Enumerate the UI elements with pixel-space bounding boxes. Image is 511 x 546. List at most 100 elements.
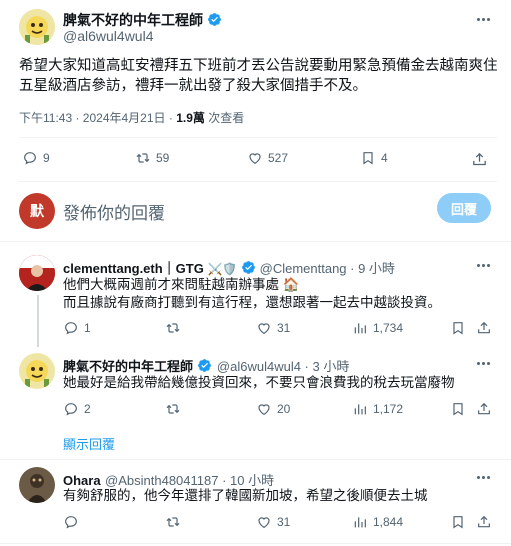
avatar[interactable] <box>19 353 55 389</box>
divider <box>0 543 511 544</box>
views-count: 1.9萬 <box>176 111 205 125</box>
bookmark-icon <box>453 322 463 335</box>
views-count: 1,734 <box>373 321 404 335</box>
handle-time[interactable]: @Absinth48041187 · 10 小時 <box>105 473 274 488</box>
retweet-button[interactable] <box>165 320 181 336</box>
reply-button[interactable]: 2 <box>63 401 91 417</box>
display-name[interactable]: 脾氣不好的中年工程師 <box>63 12 203 28</box>
views-count: 1,172 <box>373 402 404 416</box>
tweet-text-line-1: 希望大家知道高虹安禮拜五下班前才丟公告說要動用緊急預備金去越南爽住 <box>19 58 498 74</box>
views-button[interactable]: 1,734 <box>352 320 403 336</box>
bookmark-icon <box>453 516 463 529</box>
show-replies-link[interactable]: 顯示回覆 <box>63 434 115 453</box>
share-button[interactable] <box>476 401 492 417</box>
reply-icon <box>65 516 77 529</box>
reply-button[interactable] <box>63 514 79 530</box>
like-count: 527 <box>268 151 289 165</box>
retweet-icon <box>166 517 180 527</box>
bookmark-button[interactable] <box>450 401 466 417</box>
reply-submit-button[interactable]: 回覆 <box>437 193 491 223</box>
handle[interactable]: @al6wul4wul4 <box>63 28 153 44</box>
name-emoji: ⚔️🛡️ <box>207 262 238 276</box>
retweet-count: 59 <box>156 151 170 165</box>
display-name[interactable]: clementtang.eth｜GTG <box>63 261 204 276</box>
bookmark-icon <box>363 152 373 165</box>
author-header: 脾氣不好的中年工程師 <box>63 10 222 30</box>
bookmark-button[interactable] <box>450 514 466 530</box>
like-count: 31 <box>277 321 291 335</box>
avatar[interactable] <box>19 467 55 503</box>
reply-text: 她最好是給我帶給幾億投資回來，不要只會浪費我的稅去玩當廢物 <box>63 375 455 390</box>
reply-button[interactable]: 1 <box>63 320 91 336</box>
views-button[interactable]: 1,172 <box>352 401 403 417</box>
reply-text-line-2: 而且據說有廠商打聽到有這行程，還想跟著一起去中越談投資。 <box>63 295 441 310</box>
reply-count: 9 <box>43 151 50 165</box>
views-button[interactable]: 1,844 <box>352 514 403 530</box>
retweet-icon <box>166 323 180 333</box>
reply-icon <box>65 403 77 416</box>
bookmark-count: 4 <box>381 151 388 165</box>
handle-time[interactable]: @Clementtang · 9 小時 <box>260 261 395 276</box>
avatar-letter: 默 <box>30 203 44 219</box>
like-button[interactable]: 20 <box>256 401 290 417</box>
display-name[interactable]: Ohara <box>63 473 101 488</box>
reply-icon <box>24 152 36 165</box>
tweet-text-line-2: 五星級酒店參訪，禮拜一就出發了殺大家個措手不及。 <box>19 78 367 94</box>
views-count: 1,844 <box>373 515 404 529</box>
heart-icon <box>258 404 270 416</box>
divider <box>0 241 511 242</box>
retweet-button[interactable]: 59 <box>135 150 169 166</box>
share-icon <box>478 402 490 415</box>
retweet-button[interactable] <box>165 401 181 417</box>
like-count: 20 <box>277 402 291 416</box>
heart-icon <box>258 323 270 335</box>
avatar[interactable] <box>19 255 55 291</box>
share-button[interactable] <box>476 514 492 530</box>
heart-icon <box>249 153 261 165</box>
share-icon <box>478 321 490 334</box>
share-button[interactable] <box>470 150 488 168</box>
verified-badge-icon <box>241 260 256 275</box>
analytics-icon <box>354 404 366 415</box>
handle-time[interactable]: @al6wul4wul4 · 3 小時 <box>217 359 349 374</box>
heart-icon <box>258 517 270 529</box>
composer-avatar: 默 <box>19 193 55 229</box>
retweet-icon <box>166 404 180 414</box>
share-icon <box>472 152 486 165</box>
like-button[interactable]: 527 <box>247 150 288 166</box>
views-label: 次查看 <box>204 111 245 125</box>
avatar[interactable] <box>19 9 55 45</box>
more-options-icon[interactable] <box>477 476 490 479</box>
bookmark-button[interactable] <box>450 320 466 336</box>
more-options-icon[interactable] <box>477 264 490 267</box>
more-options-icon[interactable] <box>477 18 490 21</box>
like-count: 31 <box>277 515 291 529</box>
divider <box>19 137 497 138</box>
bookmark-icon <box>453 403 463 416</box>
share-icon <box>478 515 490 528</box>
divider <box>0 459 511 460</box>
reply-count: 1 <box>84 321 91 335</box>
tweet-timestamp[interactable]: 下午11:43 · 2024年4月21日 · <box>19 111 176 125</box>
reply-header: 脾氣不好的中年工程師 @al6wul4wul4 · 3 小時 <box>63 356 349 376</box>
display-name[interactable]: 脾氣不好的中年工程師 <box>63 359 193 374</box>
thread-line <box>37 295 39 347</box>
divider <box>19 181 497 182</box>
reply-header: clementtang.eth｜GTG ⚔️🛡️ @Clementtang · … <box>63 258 395 277</box>
bookmark-button[interactable]: 4 <box>360 150 388 166</box>
tweet-meta: 下午11:43 · 2024年4月21日 · 1.9萬 次查看 <box>19 109 244 126</box>
retweet-button[interactable] <box>165 514 181 530</box>
reply-text-line-1: 他們大概兩週前才來問駐越南辦事處 🏠 <box>63 277 300 292</box>
tweet-text: 希望大家知道高虹安禮拜五下班前才丟公告說要動用緊急預備金去越南爽住 五星級酒店參… <box>19 56 499 96</box>
analytics-icon <box>354 323 366 334</box>
like-button[interactable]: 31 <box>256 514 290 530</box>
reply-text: 他們大概兩週前才來問駐越南辦事處 🏠 而且據說有廠商打聽到有這行程，還想跟著一起… <box>63 276 441 312</box>
reply-button[interactable]: 9 <box>22 150 50 166</box>
reply-text: 有夠舒服的，他今年還排了韓國新加坡，希望之後順便去土城 <box>63 488 428 503</box>
reply-input[interactable]: 發佈你的回覆 <box>63 199 165 224</box>
more-options-icon[interactable] <box>477 362 490 365</box>
verified-badge-icon <box>197 358 212 373</box>
reply-count: 2 <box>84 402 91 416</box>
like-button[interactable]: 31 <box>256 320 290 336</box>
share-button[interactable] <box>476 320 492 336</box>
